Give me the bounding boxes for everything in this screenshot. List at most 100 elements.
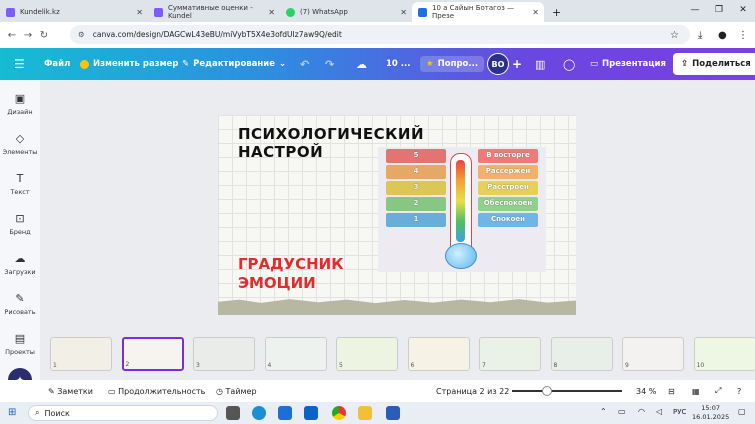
share-button[interactable]: ⇪ Поделиться — [673, 53, 755, 75]
thumbnail-number: 8 — [553, 362, 558, 369]
task-view-icon[interactable] — [226, 406, 240, 420]
thumbnail-number: 10 — [696, 362, 705, 369]
duration-button[interactable]: ▭ Продолжительность — [108, 387, 205, 396]
close-icon[interactable]: ✕ — [268, 8, 275, 17]
brand-icon: ⊡ — [15, 212, 25, 225]
add-collaborator-icon[interactable]: + — [512, 57, 522, 71]
notes-icon: ✎ — [48, 386, 58, 396]
close-icon[interactable]: ✕ — [532, 8, 539, 17]
tab-kundelik[interactable]: Kundelik.kz ✕ — [0, 2, 148, 22]
sidebar-item-elements[interactable]: ◇ Элементы — [0, 132, 40, 156]
close-icon[interactable]: ✕ — [400, 8, 407, 17]
thumbnail-number: 4 — [267, 362, 272, 369]
store-icon[interactable] — [278, 406, 292, 420]
text-icon: T — [16, 172, 24, 185]
current-slide[interactable]: ПСИХОЛОГИЧЕСКИЙ НАСТРОЙ 5В восторге 4 Расс… — [218, 115, 576, 315]
bottom-bar: ✎ Заметки ▭ Продолжительность ◷ Таймер С… — [0, 380, 755, 402]
slide-thumbnail[interactable]: 8 — [550, 337, 613, 371]
sidebar-item-text[interactable]: T Текст — [0, 172, 40, 196]
tab-canva[interactable]: 10 а Сайын Ботагоз — Презе ✕ — [412, 2, 544, 22]
zoom-slider[interactable] — [512, 386, 622, 396]
hamburger-icon[interactable]: ☰ — [14, 57, 25, 71]
maximize-icon[interactable]: ❐ — [707, 0, 731, 20]
scale-number: 5 — [386, 149, 446, 163]
network-icon[interactable]: ▭ — [618, 407, 626, 416]
reload-icon[interactable]: ↻ — [36, 30, 52, 41]
slide-thumbnail[interactable]: 2 — [121, 337, 184, 371]
word-icon[interactable] — [386, 406, 400, 420]
redo-icon[interactable]: ↷ — [325, 58, 334, 71]
bookmark-star-icon[interactable]: ☆ — [670, 30, 679, 41]
slide-thumbnail[interactable]: 10 — [693, 337, 755, 371]
grid-view-icon[interactable]: ⊟ — [668, 387, 675, 396]
back-icon[interactable]: ← — [4, 30, 20, 41]
chrome-icon[interactable] — [332, 406, 346, 420]
windows-start-icon[interactable]: ⊞ — [8, 407, 16, 418]
sidebar-item-draw[interactable]: ✎ Рисовать — [0, 292, 40, 316]
timer-button[interactable]: ◷ Таймер — [216, 387, 257, 396]
undo-icon[interactable]: ↶ — [300, 58, 309, 71]
help-icon[interactable]: ? — [737, 387, 741, 396]
cloud-saved-icon[interactable]: ☁ — [356, 58, 367, 71]
sidebar-item-label: Бренд — [9, 228, 31, 236]
resize-button[interactable]: Изменить размер — [80, 59, 178, 69]
tab-summative[interactable]: Суммативные оценки - Kundel ✕ — [148, 2, 280, 22]
close-icon[interactable]: ✕ — [136, 8, 143, 17]
mail-icon[interactable] — [304, 406, 318, 420]
new-tab-button[interactable]: + — [552, 6, 561, 19]
minimize-icon[interactable]: — — [683, 0, 707, 20]
taskbar-search[interactable]: ⌕ Поиск — [28, 405, 218, 421]
windows-taskbar: ⊞ ⌕ Поиск ⌃ ▭ ◠ ◁ РУС 15:07 16.01.2025 ▢ — [0, 402, 755, 424]
slide-thumbnail[interactable]: 5 — [336, 337, 398, 371]
sidebar-item-brand[interactable]: ⊡ Бренд — [0, 212, 40, 236]
thumbnail-number: 9 — [625, 362, 629, 369]
profile-icon[interactable]: ● — [718, 30, 727, 41]
title-button[interactable]: 10 ... — [386, 59, 410, 69]
zoom-slider-handle[interactable] — [542, 386, 552, 396]
tab-label: Суммативные оценки - Kundel — [168, 4, 253, 20]
chevron-up-icon[interactable]: ⌃ — [600, 407, 607, 416]
slide-thumbnail[interactable]: 6 — [407, 337, 470, 371]
forward-icon[interactable]: → — [20, 30, 36, 41]
slide-thumbnail[interactable]: 3 — [193, 337, 255, 371]
tab-whatsapp[interactable]: (7) WhatsApp ✕ — [280, 2, 412, 22]
layout-icon: ▣ — [14, 92, 26, 105]
fullscreen-icon[interactable]: ⤢ — [715, 386, 721, 396]
site-info-icon[interactable]: ⚙ — [78, 30, 85, 39]
avatar[interactable]: ВО — [487, 53, 509, 75]
thermometer-panel[interactable]: 5 В восторге 4 Рассержен 3 Расстроен 2 Обеспоко… — [378, 147, 546, 272]
notes-button[interactable]: ✎ Заметки — [48, 387, 93, 396]
insights-icon[interactable]: ▥ — [535, 58, 545, 71]
slide-subtitle[interactable]: ГРАДУСНИК ЭМОЦИИ — [238, 255, 358, 293]
address-bar: ← → ↻ ⚙ canva.com/design/DAGCwL43eBU/miV… — [0, 22, 755, 48]
language-indicator[interactable]: РУС — [673, 408, 686, 416]
close-window-icon[interactable]: ✕ — [731, 0, 755, 20]
try-pro-button[interactable]: ★ Попро... — [420, 56, 485, 72]
file-menu[interactable]: Файл — [44, 59, 70, 69]
clock-date: 16.01.2025 — [692, 413, 730, 421]
clock[interactable]: 15:07 16.01.2025 — [692, 404, 729, 422]
menu-icon[interactable]: ⋮ — [738, 30, 748, 41]
download-icon[interactable]: ⤓ — [698, 30, 702, 41]
slide-thumbnail[interactable]: 1 — [50, 337, 112, 371]
volume-icon[interactable]: ◁ — [656, 407, 662, 416]
slide-thumbnail[interactable]: 7 — [479, 337, 541, 371]
canva-toolbar: ☰ Файл Изменить размер ✎ Редактирование … — [0, 48, 755, 80]
file-explorer-icon[interactable] — [358, 406, 372, 420]
url-field[interactable]: ⚙ canva.com/design/DAGCwL43eBU/miVybT5X4… — [70, 25, 690, 44]
editing-mode-button[interactable]: ✎ Редактирование ⌄ — [182, 59, 286, 69]
slide-thumbnail[interactable]: 9 — [622, 337, 684, 371]
page-view-icon[interactable]: ▦ — [692, 387, 700, 396]
whatsapp-favicon — [286, 7, 295, 17]
sidebar-item-uploads[interactable]: ☁ Загрузки — [0, 252, 40, 276]
sidebar-item-projects[interactable]: ▤ Проекты — [0, 332, 40, 356]
wifi-icon[interactable]: ◠ — [638, 407, 645, 416]
slide-thumbnail[interactable]: 4 — [264, 337, 327, 371]
comment-icon[interactable]: ◯ — [563, 58, 575, 71]
sidebar-item-design[interactable]: ▣ Дизайн — [0, 92, 40, 116]
edge-icon[interactable] — [252, 406, 266, 420]
present-button[interactable]: ▭ Презентация — [590, 59, 666, 69]
scale-number: 3 — [386, 181, 446, 195]
zoom-level[interactable]: 34 % — [636, 387, 656, 396]
notifications-icon[interactable]: ▢ — [738, 407, 746, 416]
